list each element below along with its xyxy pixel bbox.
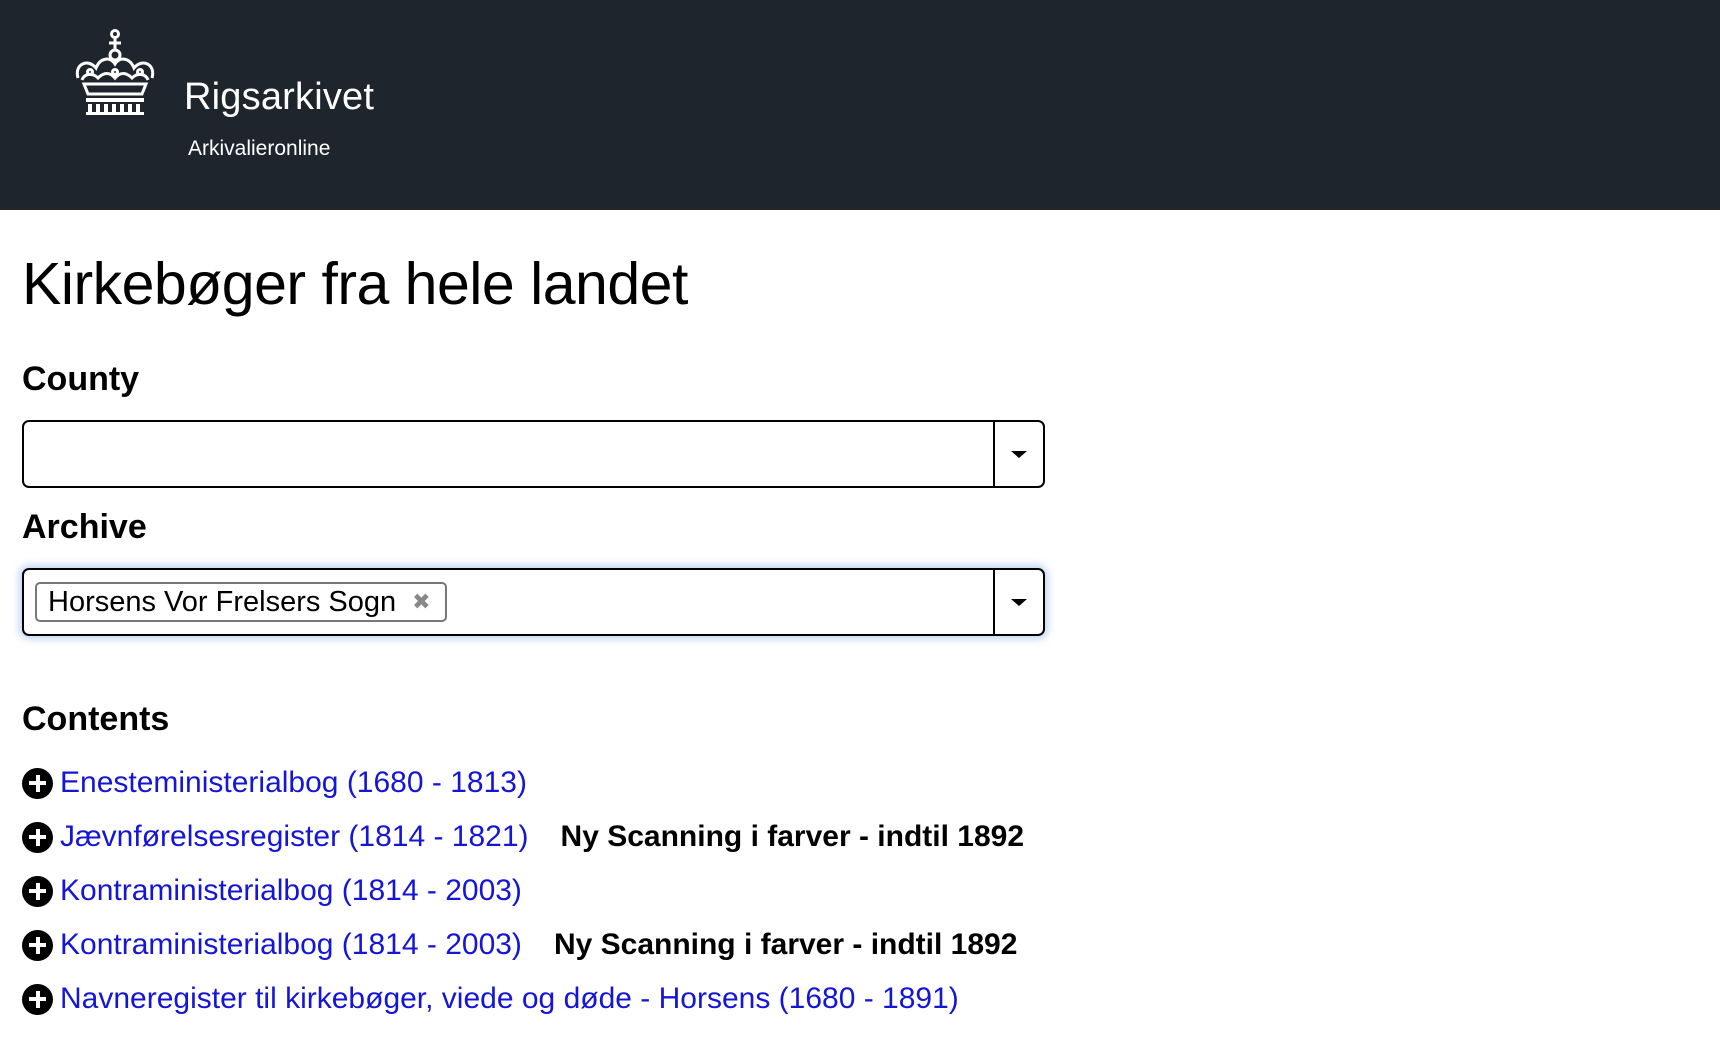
plus-circle-icon[interactable]	[22, 767, 53, 799]
chevron-down-icon	[1011, 598, 1027, 606]
page-title: Kirkebøger fra hele landet	[22, 251, 688, 317]
contents-heading: Contents	[22, 700, 170, 738]
chevron-down-icon	[1011, 450, 1027, 458]
top-header: Rigsarkivet Arkivalieronline	[0, 0, 1720, 210]
archive-label: Archive	[22, 508, 147, 546]
content-link[interactable]: Kontraministerialbog (1814 - 2003)	[60, 874, 522, 908]
content-link[interactable]: Enesteministerialbog (1680 - 1813)	[60, 766, 527, 800]
archive-selected-chip: Horsens Vor Frelsers Sogn ✖	[35, 582, 447, 622]
list-item: Kontraministerialbog (1814 - 2003) Ny Sc…	[22, 928, 1017, 962]
plus-circle-icon[interactable]	[22, 821, 53, 853]
archive-select[interactable]: Horsens Vor Frelsers Sogn ✖	[22, 568, 1045, 636]
content-link[interactable]: Jævnførelsesregister (1814 - 1821)	[60, 820, 529, 854]
plus-circle-icon[interactable]	[22, 929, 53, 961]
content-link[interactable]: Kontraministerialbog (1814 - 2003)	[60, 928, 522, 962]
plus-circle-icon[interactable]	[22, 983, 53, 1015]
list-item: Enesteministerialbog (1680 - 1813)	[22, 766, 527, 800]
list-item: Kontraministerialbog (1814 - 2003)	[22, 874, 522, 908]
list-item: Navneregister til kirkebøger, viede og d…	[22, 982, 959, 1016]
county-select[interactable]	[22, 420, 1045, 488]
content-link[interactable]: Navneregister til kirkebøger, viede og d…	[60, 982, 959, 1016]
brand-name[interactable]: Rigsarkivet	[184, 76, 374, 119]
item-note: Ny Scanning i farver - indtil 1892	[553, 928, 1018, 961]
county-label: County	[22, 360, 140, 398]
list-item: Jævnførelsesregister (1814 - 1821) Ny Sc…	[22, 820, 1024, 854]
archive-dropdown-toggle[interactable]	[993, 570, 1043, 634]
remove-chip-icon[interactable]: ✖	[412, 589, 430, 615]
archive-chip-label: Horsens Vor Frelsers Sogn	[48, 585, 397, 618]
crown-logo-icon[interactable]	[70, 28, 160, 116]
county-dropdown-toggle[interactable]	[993, 422, 1043, 486]
item-note: Ny Scanning i farver - indtil 1892	[560, 820, 1025, 853]
plus-circle-icon[interactable]	[22, 875, 53, 907]
brand-subtitle: Arkivalieronline	[188, 137, 331, 160]
